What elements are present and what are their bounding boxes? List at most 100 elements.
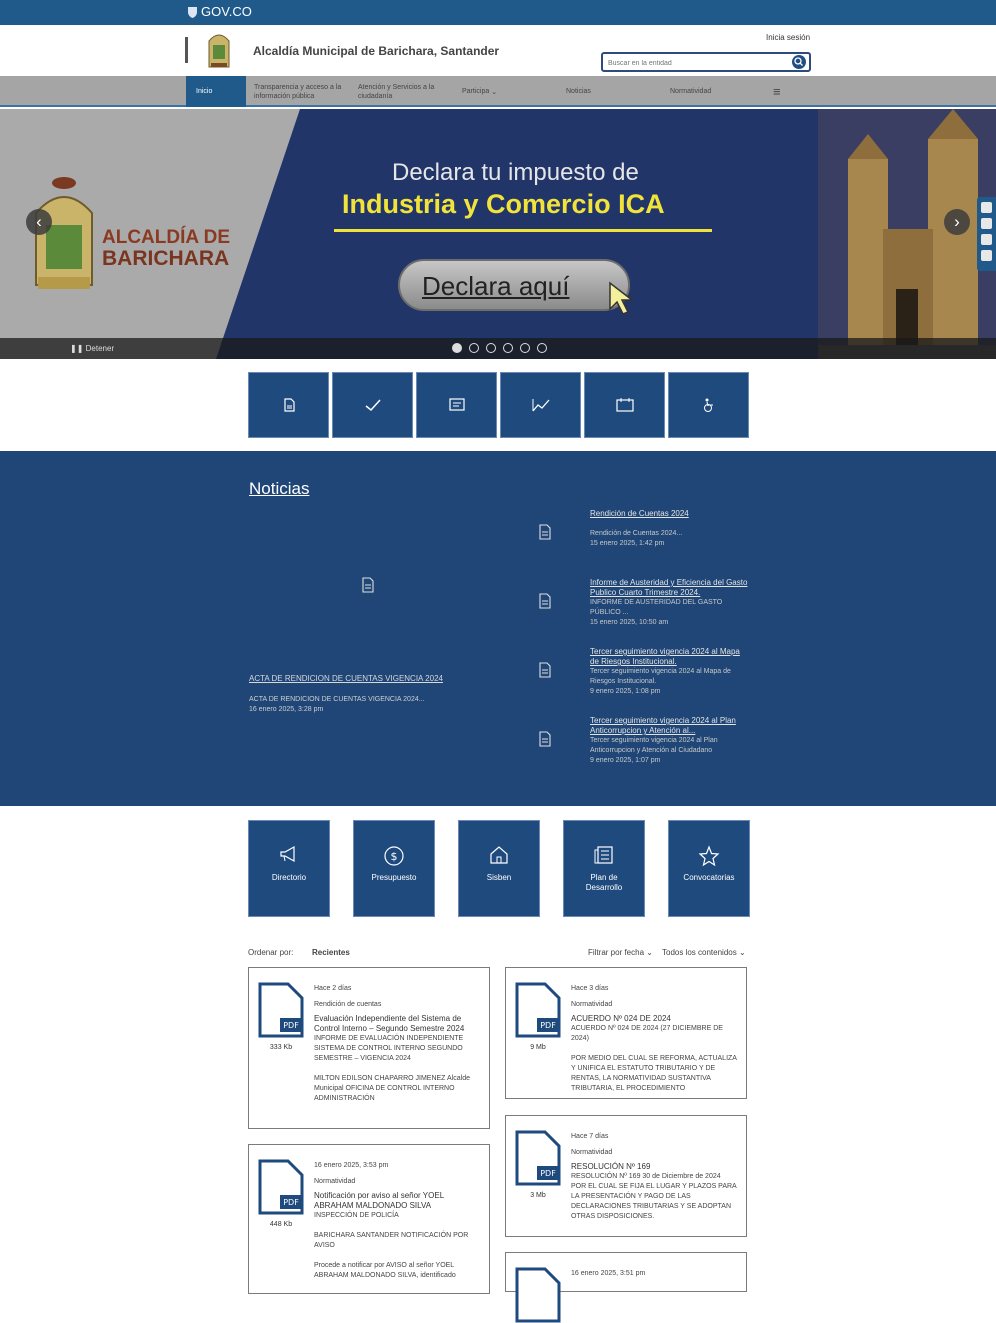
search-button[interactable] bbox=[792, 55, 806, 69]
tile-calendar[interactable] bbox=[584, 372, 665, 438]
news-item-desc: Tercer seguimiento vigencia 2024 al Plan… bbox=[590, 737, 718, 754]
entity-title[interactable]: Alcaldía Municipal de Barichara, Santand… bbox=[253, 44, 499, 58]
svg-text:$: $ bbox=[391, 850, 398, 863]
font-size-icon[interactable] bbox=[981, 218, 992, 229]
nav-item-label: Atención y Servicios a la ciudadanía bbox=[358, 83, 435, 100]
nav-item-label: Participa bbox=[462, 88, 490, 95]
card-body: POR EL CUAL SE FIJA EL LUGAR Y PLAZOS PA… bbox=[571, 1183, 737, 1220]
carousel-dot[interactable] bbox=[520, 343, 530, 353]
card-category: Normatividad bbox=[314, 1178, 356, 1185]
news-item-title[interactable]: Rendición de Cuentas 2024 bbox=[590, 509, 750, 519]
chevron-down-icon: ⌄ bbox=[644, 948, 653, 957]
nav-item-inicio[interactable]: Inicio bbox=[186, 76, 246, 107]
hamburger-menu-icon[interactable]: ≡ bbox=[773, 76, 787, 107]
news-item: Tercer seguimiento vigencia 2024 al Plan… bbox=[538, 716, 748, 776]
login-link[interactable]: Inicia sesión bbox=[766, 33, 810, 42]
nav-item-participa[interactable]: Participa ⌄ bbox=[462, 76, 522, 107]
news-section: Noticias ACTA DE RENDICION DE CUENTAS VI… bbox=[0, 451, 996, 806]
carousel-dot[interactable] bbox=[452, 343, 462, 353]
quick-tile-plan-desarrollo[interactable]: Plan de Desarrollo bbox=[563, 820, 645, 917]
card-date: Hace 2 días bbox=[314, 985, 352, 992]
declare-button[interactable]: Declara aquí bbox=[398, 259, 635, 315]
document-card[interactable]: 16 enero 2025, 3:51 pm bbox=[505, 1252, 747, 1323]
filter-date-dropdown[interactable]: Filtrar por fecha ⌄ bbox=[588, 948, 653, 957]
font-reduce-icon[interactable] bbox=[981, 234, 992, 245]
quick-tile-label: Convocatorias bbox=[683, 873, 735, 882]
tile-document[interactable] bbox=[248, 372, 329, 438]
card-text: Hace 2 días Rendición de cuentas Evaluac… bbox=[314, 984, 484, 1104]
cursor-pointer-icon bbox=[609, 281, 635, 315]
nav-item-atencion[interactable]: Atención y Servicios a la ciudadanía bbox=[358, 76, 450, 107]
news-item-title[interactable]: Informe de Austeridad y Eficiencia del G… bbox=[590, 578, 750, 598]
search-input[interactable] bbox=[608, 56, 788, 70]
search-box bbox=[601, 52, 811, 72]
pdf-file-icon: PDF bbox=[258, 982, 304, 1038]
carousel-dot[interactable] bbox=[537, 343, 547, 353]
carousel-dot[interactable] bbox=[486, 343, 496, 353]
carousel-prev-button[interactable]: ‹ bbox=[26, 209, 52, 235]
news-item-date: 9 enero 2025, 1:07 pm bbox=[590, 757, 661, 764]
church-image bbox=[818, 109, 996, 359]
filter-content-label: Todos los contenidos bbox=[662, 948, 737, 957]
tile-form[interactable] bbox=[416, 372, 497, 438]
tile-check[interactable] bbox=[332, 372, 413, 438]
document-card[interactable]: PDF 9 Mb Hace 3 días Normatividad ACUERD… bbox=[505, 967, 747, 1099]
svg-text:PDF: PDF bbox=[283, 1021, 299, 1030]
quick-tile-convocatorias[interactable]: Convocatorias bbox=[668, 820, 750, 917]
news-heading[interactable]: Noticias bbox=[249, 479, 309, 499]
carousel-dots bbox=[452, 343, 547, 353]
declare-button-label: Declara aquí bbox=[422, 271, 570, 301]
quick-access: Directorio $ Presupuesto Sisben Plan de … bbox=[248, 820, 750, 917]
document-icon bbox=[362, 577, 374, 593]
carousel-dot[interactable] bbox=[503, 343, 513, 353]
quick-tile-label: Plan de Desarrollo bbox=[585, 873, 623, 892]
news-item-title[interactable]: Tercer seguimiento vigencia 2024 al Plan… bbox=[590, 716, 750, 736]
card-title[interactable]: Evaluación Independiente del Sistema de … bbox=[314, 1014, 484, 1034]
calendar-icon bbox=[615, 398, 634, 412]
contrast-icon[interactable] bbox=[981, 202, 992, 213]
newspaper-icon bbox=[594, 846, 613, 864]
card-text: Hace 7 días Normatividad RESOLUCIÓN Nº 1… bbox=[571, 1132, 741, 1222]
card-category: Rendición de cuentas bbox=[314, 1001, 382, 1008]
document-card[interactable]: PDF 448 Kb 16 enero 2025, 3:53 pm Normat… bbox=[248, 1144, 490, 1294]
quick-tile-presupuesto[interactable]: $ Presupuesto bbox=[353, 820, 435, 917]
nav-item-transparencia[interactable]: Transparencia y acceso a la información … bbox=[254, 76, 346, 107]
carousel-stop-label: Detener bbox=[85, 344, 115, 353]
document-card[interactable]: PDF 333 Kb Hace 2 días Rendición de cuen… bbox=[248, 967, 490, 1129]
svg-text:PDF: PDF bbox=[283, 1198, 299, 1207]
nav-item-label: Transparencia y acceso a la información … bbox=[254, 83, 342, 100]
filter-content-dropdown[interactable]: Todos los contenidos ⌄ bbox=[662, 948, 746, 957]
carousel-stop-button[interactable]: ❚❚ Detener bbox=[70, 344, 114, 353]
municipal-crest-icon[interactable] bbox=[206, 29, 232, 72]
shield-icon bbox=[188, 6, 197, 18]
chevron-down-icon: ⌄ bbox=[736, 948, 746, 957]
megaphone-icon bbox=[280, 845, 295, 863]
card-category: Normatividad bbox=[571, 1001, 613, 1008]
card-title[interactable]: ACUERDO Nº 024 DE 2024 bbox=[571, 1014, 741, 1024]
quick-tile-label: Directorio bbox=[271, 873, 307, 882]
tile-stats[interactable] bbox=[500, 372, 581, 438]
card-body: INSPECCIÓN DE POLICÍA bbox=[314, 1212, 399, 1219]
gov-logo[interactable]: GOV.CO bbox=[187, 4, 252, 19]
card-title[interactable]: Notificación por aviso al señor YOEL ABR… bbox=[314, 1191, 484, 1211]
quick-tile-directorio[interactable]: Directorio bbox=[248, 820, 330, 917]
nav-item-noticias[interactable]: Noticias bbox=[566, 76, 626, 107]
nav-item-normatividad[interactable]: Normatividad bbox=[670, 76, 750, 107]
card-title[interactable]: RESOLUCIÓN Nº 169 bbox=[571, 1162, 741, 1172]
file-size: 3 Mb bbox=[530, 1192, 546, 1199]
relief-icon[interactable] bbox=[981, 250, 992, 261]
news-item-date: 15 enero 2025, 1:42 pm bbox=[590, 540, 665, 547]
sort-recent-button[interactable]: Recientes bbox=[312, 948, 350, 957]
news-item: Rendición de Cuentas 2024 Rendición de C… bbox=[538, 509, 748, 569]
news-main-desc: ACTA DE RENDICION DE CUENTAS VIGENCIA 20… bbox=[249, 696, 425, 703]
tile-accessibility[interactable] bbox=[668, 372, 749, 438]
wheelchair-icon bbox=[703, 398, 713, 412]
file-size: 9 Mb bbox=[530, 1044, 546, 1051]
news-item-title[interactable]: Tercer seguimiento vigencia 2024 al Mapa… bbox=[590, 647, 750, 667]
quick-tile-sisben[interactable]: Sisben bbox=[458, 820, 540, 917]
carousel-dot[interactable] bbox=[469, 343, 479, 353]
carousel-next-button[interactable]: › bbox=[944, 209, 970, 235]
document-card[interactable]: PDF 3 Mb Hace 7 días Normatividad RESOLU… bbox=[505, 1115, 747, 1237]
news-main-title[interactable]: ACTA DE RENDICION DE CUENTAS VIGENCIA 20… bbox=[249, 674, 443, 683]
quick-tile-label: Sisben bbox=[486, 873, 512, 882]
